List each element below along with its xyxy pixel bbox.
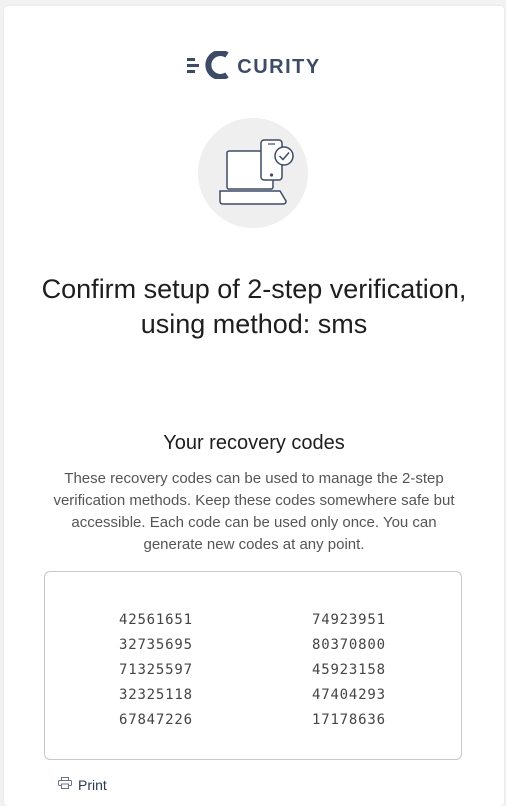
recovery-code: 67847226 bbox=[119, 712, 193, 728]
recovery-codes-heading: Your recovery codes bbox=[163, 432, 345, 454]
setup-card: CURITY Confirm setup of 2-step verificat… bbox=[4, 6, 504, 806]
codes-column-left: 42561651 32735695 71325597 32325118 6784… bbox=[119, 608, 193, 733]
print-button[interactable]: Print bbox=[58, 776, 107, 794]
recovery-code: 74923951 bbox=[312, 612, 386, 628]
recovery-code: 45923158 bbox=[312, 662, 386, 678]
recovery-code: 32325118 bbox=[119, 687, 193, 703]
curity-logo-icon bbox=[187, 49, 231, 84]
recovery-codes-description: These recovery codes can be used to mana… bbox=[53, 470, 455, 553]
print-label: Print bbox=[78, 777, 107, 793]
recovery-code: 17178636 bbox=[312, 712, 386, 728]
recovery-code: 71325597 bbox=[119, 662, 193, 678]
page-title: Confirm setup of 2-step verification, us… bbox=[41, 274, 467, 339]
recovery-code: 32735695 bbox=[119, 637, 193, 653]
laptop-phone-check-icon bbox=[198, 118, 308, 228]
recovery-code: 80370800 bbox=[312, 637, 386, 653]
recovery-code: 42561651 bbox=[119, 612, 193, 628]
recovery-code: 47404293 bbox=[312, 687, 386, 703]
curity-logo: CURITY bbox=[4, 49, 504, 84]
recovery-codes-box: 42561651 32735695 71325597 32325118 6784… bbox=[44, 571, 462, 760]
brand-name: CURITY bbox=[237, 55, 321, 78]
printer-icon bbox=[58, 776, 72, 794]
codes-column-right: 74923951 80370800 45923158 47404293 1717… bbox=[312, 608, 386, 733]
